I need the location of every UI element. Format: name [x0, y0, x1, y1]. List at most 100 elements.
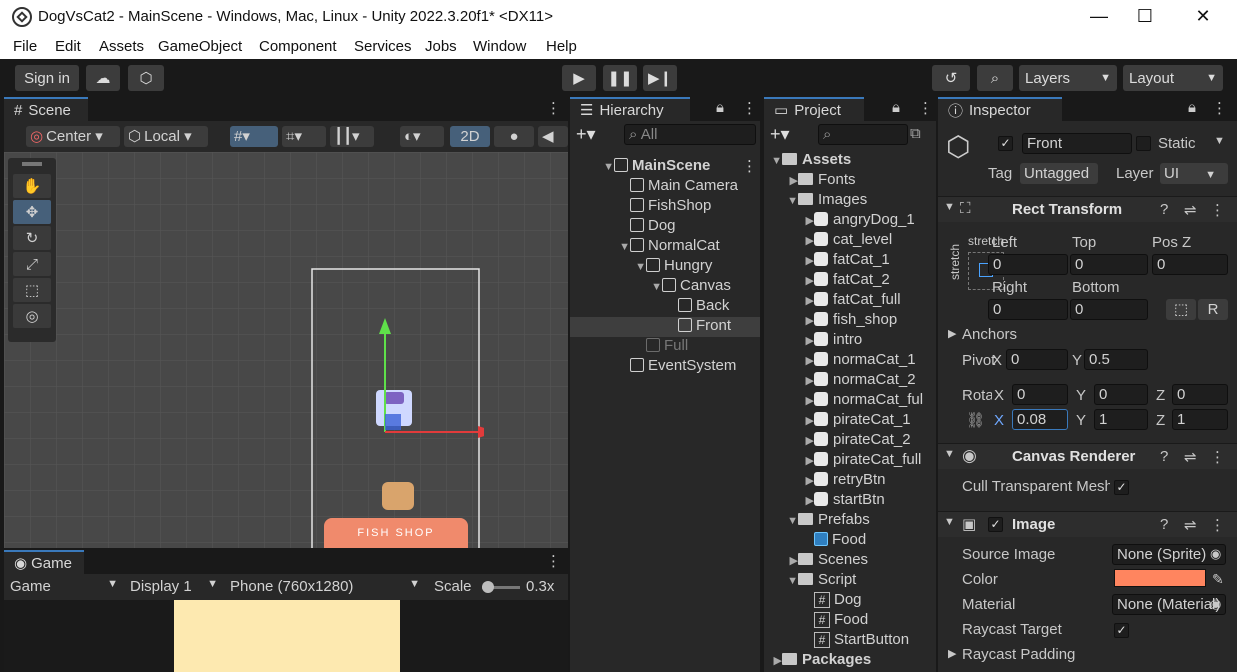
expand-arrow-icon[interactable]: ▼: [570, 281, 662, 293]
material-field[interactable]: None (Material): [1112, 594, 1226, 615]
expand-arrow-icon[interactable]: ▼: [764, 195, 798, 207]
resolution-dropdown[interactable]: Phone (760x1280) ▼: [230, 578, 420, 595]
hierarchy-item[interactable]: Main Camera: [570, 177, 760, 197]
asset-item[interactable]: ▶ cat_level: [764, 231, 936, 251]
display-dropdown[interactable]: Display 1 ▼: [130, 578, 218, 595]
menu-gameobject[interactable]: GameObject: [158, 38, 242, 55]
expand-arrow-icon[interactable]: ▶: [764, 554, 798, 567]
layer-dropdown[interactable]: UI ▼: [1160, 163, 1228, 184]
hand-tool-button[interactable]: ✋: [13, 174, 51, 198]
tab-project[interactable]: ▭ Project: [764, 97, 864, 121]
hierarchy-item[interactable]: Back: [570, 297, 760, 317]
expand-arrow-icon[interactable]: ▶: [764, 394, 814, 407]
expand-arrow-icon[interactable]: ▼: [570, 241, 630, 253]
collapse-arrow-icon[interactable]: ▼: [944, 448, 955, 460]
object-name-input[interactable]: Front: [1022, 133, 1132, 154]
create-asset-button[interactable]: +▾: [770, 124, 790, 145]
expand-arrow-icon[interactable]: ▶: [764, 374, 814, 387]
lock-icon[interactable]: 🔒︎: [892, 99, 900, 116]
expand-arrow-icon[interactable]: ▼: [764, 575, 798, 587]
left-input[interactable]: 0: [988, 254, 1068, 275]
source-image-field[interactable]: None (Sprite): [1112, 544, 1226, 565]
rot-z-input[interactable]: 0: [1172, 384, 1228, 405]
raycast-target-checkbox[interactable]: ✓: [1114, 623, 1129, 638]
menu-jobs[interactable]: Jobs: [425, 38, 457, 55]
expand-arrow-icon[interactable]: ▶: [764, 494, 814, 507]
hierarchy-item[interactable]: Dog: [570, 217, 760, 237]
anchors-expand-arrow-icon[interactable]: ▶: [948, 327, 956, 340]
expand-arrow-icon[interactable]: ▶: [764, 294, 814, 307]
asset-item[interactable]: ▶ normaCat_1: [764, 351, 936, 371]
filter-icon[interactable]: ⧉: [910, 125, 921, 142]
fish-shop-sprite[interactable]: FISH SHOP: [324, 518, 468, 548]
tab-scene[interactable]: # Scene: [4, 97, 88, 121]
more-menu-icon[interactable]: ⋮: [742, 157, 757, 175]
static-dropdown-arrow[interactable]: ▼: [1214, 135, 1225, 147]
draw-mode-button[interactable]: ◐▾: [400, 126, 444, 147]
cloud-button[interactable]: ☁: [86, 65, 120, 91]
more-menu-icon[interactable]: ⋮: [1212, 99, 1227, 117]
scene-view[interactable]: FISH SHOP ✋ ✥ ↻ ⤢ ⬚ ◎: [4, 152, 568, 548]
folder-item[interactable]: ▼ Script: [764, 571, 936, 591]
close-button[interactable]: ✕: [1180, 0, 1226, 32]
folder-item[interactable]: ▼ Assets: [764, 151, 936, 171]
game-view-dropdown[interactable]: Game ▼: [10, 578, 118, 595]
folder-item[interactable]: ▼ Images: [764, 191, 936, 211]
rect-transform-header[interactable]: ▼ ⛶ Rect Transform ? ⇌ ⋮: [938, 196, 1237, 222]
menu-file[interactable]: File: [13, 38, 37, 55]
audio-toggle[interactable]: ◀: [538, 126, 568, 147]
asset-item[interactable]: ▶ pirateCat_2: [764, 431, 936, 451]
object-picker-icon[interactable]: ◉: [1210, 596, 1221, 612]
image-header[interactable]: ▼ ▣ ✓ Image ? ⇌ ⋮: [938, 511, 1237, 537]
folder-item[interactable]: ▶ Scenes: [764, 551, 936, 571]
expand-arrow-icon[interactable]: ▼: [570, 161, 614, 173]
hierarchy-item[interactable]: ▼ Hungry: [570, 257, 760, 277]
asset-item[interactable]: ▶ normaCat_2: [764, 371, 936, 391]
asset-item[interactable]: Food: [764, 531, 936, 551]
expand-arrow-icon[interactable]: ▼: [764, 155, 782, 167]
asset-item[interactable]: ▶ pirateCat_1: [764, 411, 936, 431]
expand-arrow-icon[interactable]: ▶: [764, 234, 814, 247]
rot-x-input[interactable]: 0: [1012, 384, 1068, 405]
hierarchy-search-input[interactable]: ⌕ All: [624, 124, 756, 145]
layout-dropdown[interactable]: Layout ▼: [1123, 65, 1223, 91]
search-button[interactable]: ⌕: [977, 65, 1013, 91]
tab-inspector[interactable]: ⓘ Inspector: [938, 97, 1062, 121]
folder-item[interactable]: ▶ Fonts: [764, 171, 936, 191]
help-icon[interactable]: ?: [1160, 516, 1168, 533]
posz-input[interactable]: 0: [1152, 254, 1228, 275]
expand-arrow-icon[interactable]: ▶: [764, 454, 814, 467]
maximize-button[interactable]: ☐: [1122, 0, 1168, 32]
hierarchy-item[interactable]: ▼ NormalCat: [570, 237, 760, 257]
rect-tool-button[interactable]: ⬚: [13, 278, 51, 302]
static-checkbox[interactable]: [1136, 136, 1151, 151]
menu-edit[interactable]: Edit: [55, 38, 81, 55]
expand-arrow-icon[interactable]: ▶: [764, 214, 814, 227]
image-enabled-checkbox[interactable]: ✓: [988, 517, 1003, 532]
rot-y-input[interactable]: 0: [1094, 384, 1148, 405]
help-icon[interactable]: ?: [1160, 448, 1168, 465]
game-view[interactable]: [4, 600, 568, 672]
menu-services[interactable]: Services: [354, 38, 412, 55]
play-button[interactable]: ▶: [562, 65, 596, 91]
collapse-arrow-icon[interactable]: ▼: [944, 516, 955, 528]
asset-item[interactable]: ▶ normaCat_ful: [764, 391, 936, 411]
raycast-padding-label[interactable]: Raycast Padding: [962, 646, 1075, 663]
rotate-tool-button[interactable]: ↻: [13, 226, 51, 250]
minimize-button[interactable]: —: [1076, 0, 1122, 32]
project-search-input[interactable]: ⌕: [818, 124, 908, 145]
menu-help[interactable]: Help: [546, 38, 577, 55]
expand-arrow-icon[interactable]: ▶: [764, 334, 814, 347]
expand-arrow-icon[interactable]: ▶: [764, 354, 814, 367]
lock-icon[interactable]: 🔒︎: [716, 99, 724, 116]
expand-arrow-icon[interactable]: ▶: [764, 314, 814, 327]
grid-snap-button[interactable]: #▾: [230, 126, 278, 147]
move-tool-button[interactable]: ✥: [13, 200, 51, 224]
constrain-proportions-icon[interactable]: ⛓: [966, 411, 985, 429]
scale-z-input[interactable]: 1: [1172, 409, 1228, 430]
anchors-label[interactable]: Anchors: [962, 326, 1017, 343]
more-menu-icon[interactable]: ⋮: [1210, 516, 1225, 534]
hierarchy-item[interactable]: ▼ Canvas: [570, 277, 760, 297]
preset-icon[interactable]: ⇌: [1184, 448, 1197, 466]
asset-item[interactable]: ▶ fish_shop: [764, 311, 936, 331]
